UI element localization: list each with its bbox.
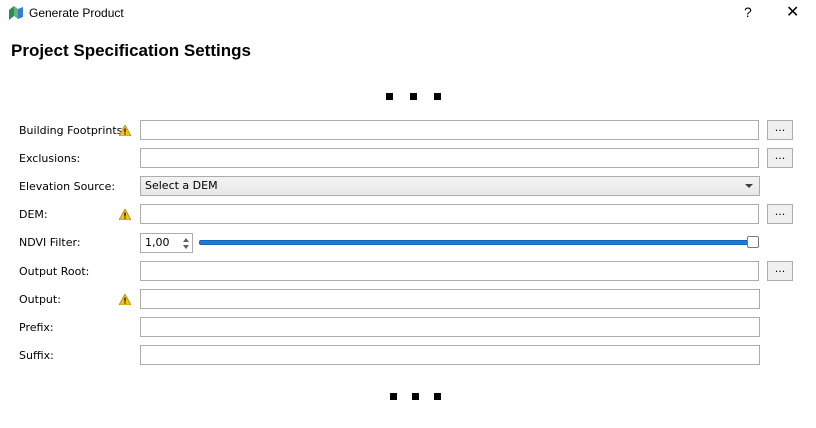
exclusions-input[interactable] [140,148,759,168]
ellipsis-bottom [390,393,442,401]
dem-browse-button[interactable]: ... [767,204,793,224]
ndvi-filter-slider-handle[interactable] [747,236,759,248]
output-root-label: Output Root: [19,265,90,278]
prefix-input[interactable] [140,317,760,337]
warning-icon [119,294,131,305]
building-footprints-browse-button[interactable]: ... [767,120,793,140]
output-root-browse-button[interactable]: ... [767,261,793,281]
chevron-down-icon [745,184,753,188]
suffix-input[interactable] [140,345,760,365]
prefix-label: Prefix: [19,321,54,334]
warning-icon [119,125,131,136]
help-button[interactable]: ? [744,4,752,20]
suffix-label: Suffix: [19,349,54,362]
building-footprints-label: Building Footprints: [19,124,127,137]
exclusions-browse-button[interactable]: ... [767,148,793,168]
elevation-source-select[interactable]: Select a DEM [140,176,760,196]
building-footprints-input[interactable] [140,120,759,140]
output-label: Output: [19,293,61,306]
elevation-source-value: Select a DEM [145,179,218,192]
ndvi-filter-spinbox[interactable]: 1,00 [140,233,193,253]
elevation-source-label: Elevation Source: [19,180,116,193]
ndvi-filter-slider-track[interactable] [199,240,754,245]
exclusions-label: Exclusions: [19,152,81,165]
close-button[interactable]: ✕ [786,4,799,22]
app-logo-icon [9,6,23,20]
dem-input[interactable] [140,204,759,224]
ndvi-filter-label: NDVI Filter: [19,236,81,249]
warning-icon [119,209,131,220]
spin-up-icon[interactable] [183,238,189,242]
page-title: Project Specification Settings [11,41,251,60]
ndvi-filter-value: 1,00 [145,236,170,249]
ellipsis-top [386,93,442,101]
dem-label: DEM: [19,208,48,221]
output-root-input[interactable] [140,261,759,281]
title-bar: Generate Product ? ✕ [0,0,816,28]
output-input[interactable] [140,289,760,309]
spin-down-icon[interactable] [183,245,189,249]
window-title: Generate Product [29,6,124,20]
